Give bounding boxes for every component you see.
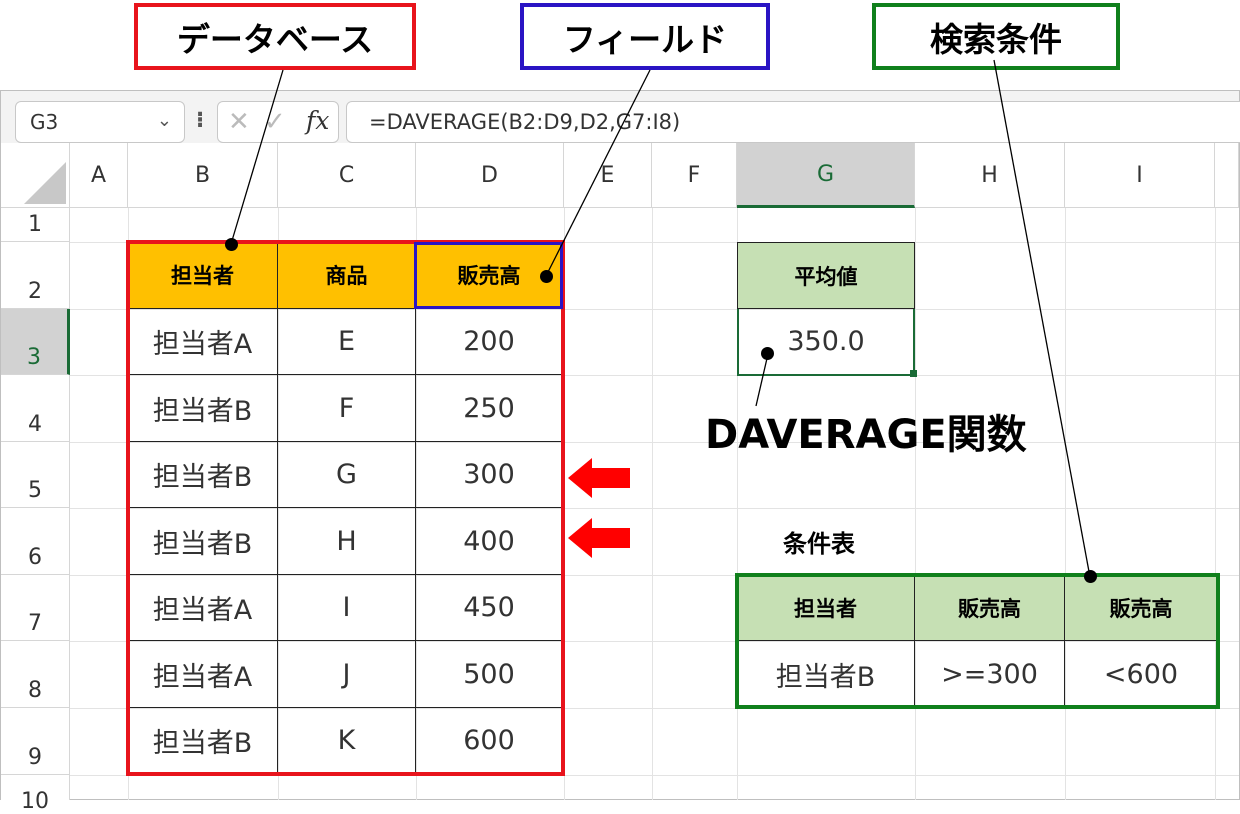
- row-header[interactable]: 2: [1, 242, 70, 309]
- function-callout: DAVERAGE関数: [705, 412, 1027, 458]
- column-header[interactable]: E: [564, 143, 652, 208]
- label-database: データベース: [134, 3, 416, 70]
- row-header[interactable]: 5: [1, 442, 70, 508]
- row-header[interactable]: 1: [1, 208, 70, 242]
- row-header[interactable]: 10: [1, 775, 70, 814]
- row-header[interactable]: 8: [1, 641, 70, 708]
- name-box-value: G3: [30, 110, 59, 134]
- pointer-dot: [761, 347, 774, 360]
- result-cell[interactable]: 350.0: [737, 309, 915, 376]
- column-header[interactable]: A: [70, 143, 128, 208]
- row-header[interactable]: 4: [1, 375, 70, 442]
- chevron-down-icon[interactable]: ⌄: [157, 110, 172, 131]
- label-criteria: 検索条件: [872, 3, 1120, 70]
- column-header[interactable]: H: [915, 143, 1065, 208]
- gridline: [652, 208, 653, 800]
- arrow-left-icon: [568, 518, 630, 558]
- row-header[interactable]: 6: [1, 508, 70, 575]
- arrow-left-icon: [568, 458, 630, 498]
- name-box[interactable]: G3 ⌄: [15, 101, 185, 143]
- pointer-dot: [1084, 570, 1097, 583]
- more-options-icon[interactable]: ⁝: [193, 108, 207, 138]
- gridline: [1215, 208, 1216, 800]
- criteria-outline: [735, 573, 1220, 709]
- formula-text: =DAVERAGE(B2:D9,D2,G7:I8): [369, 110, 681, 134]
- pointer-dot: [540, 270, 553, 283]
- result-header[interactable]: 平均値: [737, 242, 915, 309]
- select-all-triangle-icon[interactable]: [20, 160, 68, 206]
- formula-input[interactable]: =DAVERAGE(B2:D9,D2,G7:I8): [346, 101, 1240, 143]
- label-field: フィールド: [520, 3, 770, 70]
- row-header[interactable]: 7: [1, 575, 70, 641]
- column-header[interactable]: B: [128, 143, 278, 208]
- row-header[interactable]: 9: [1, 708, 70, 775]
- fill-handle[interactable]: [910, 370, 917, 377]
- gridline: [915, 208, 916, 800]
- check-icon[interactable]: ✓: [264, 107, 286, 137]
- column-header[interactable]: C: [278, 143, 416, 208]
- column-header[interactable]: G: [737, 143, 915, 208]
- insert-function-icon[interactable]: fx: [306, 106, 329, 135]
- column-header[interactable]: I: [1065, 143, 1215, 208]
- row-header[interactable]: 3: [1, 309, 70, 375]
- column-header[interactable]: [1215, 143, 1239, 208]
- formula-buttons: ✕ ✓ fx: [217, 101, 339, 143]
- database-outline: [126, 240, 565, 776]
- criteria-title: 条件表: [783, 530, 855, 558]
- cancel-icon[interactable]: ✕: [228, 107, 250, 137]
- column-header[interactable]: D: [416, 143, 564, 208]
- pointer-dot: [225, 238, 238, 251]
- gridline: [1065, 208, 1066, 800]
- column-header[interactable]: F: [652, 143, 737, 208]
